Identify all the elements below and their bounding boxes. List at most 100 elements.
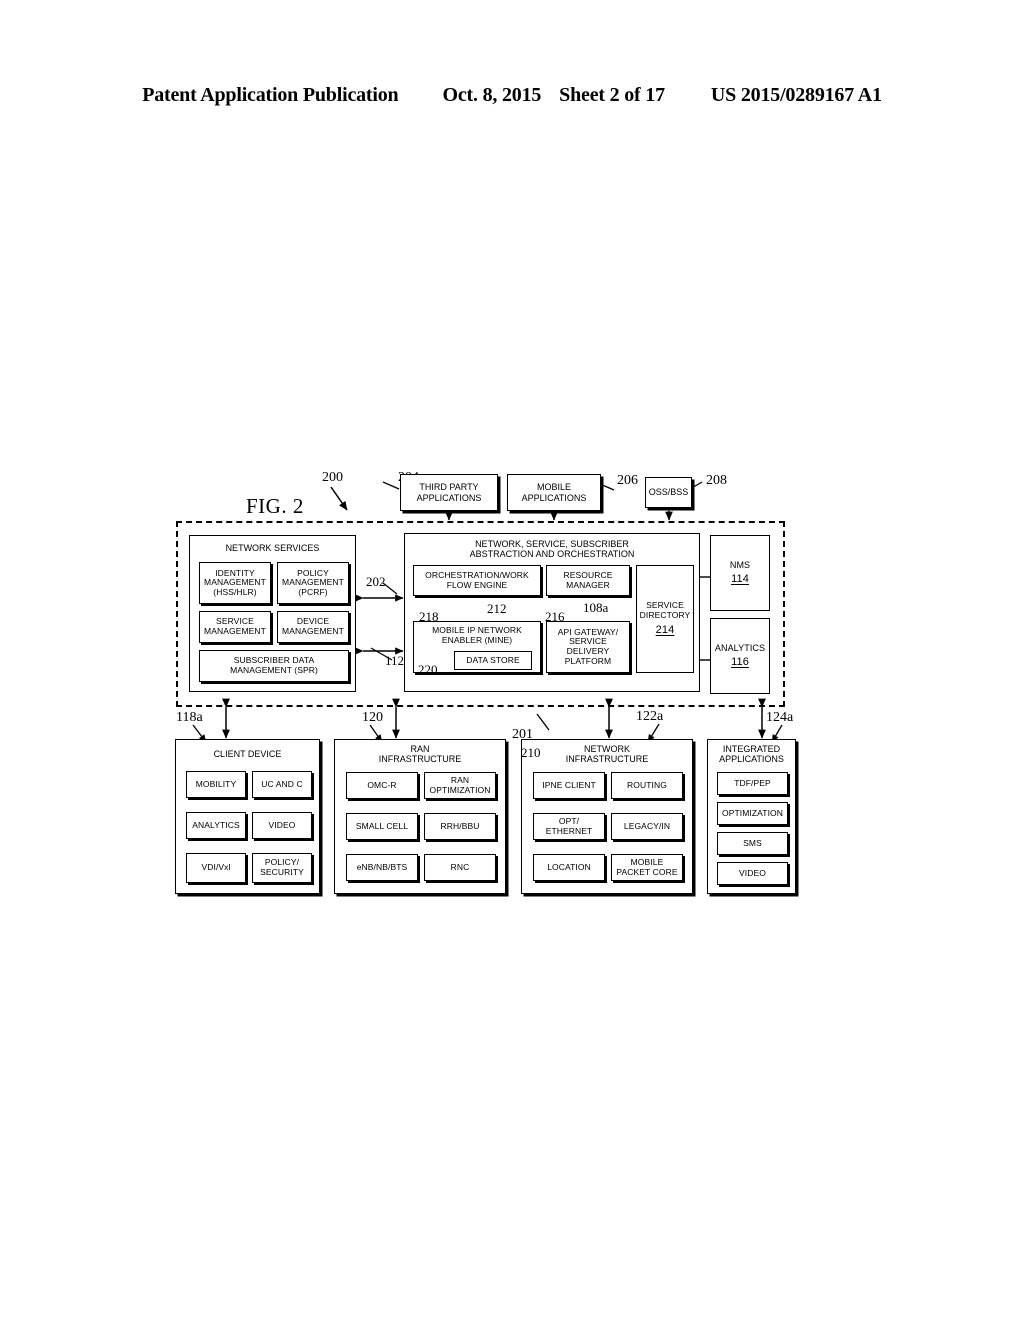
ran-optimization-l2: OPTIMIZATION bbox=[429, 784, 491, 795]
orchestration-title-1: NETWORK, SERVICE, SUBSCRIBER bbox=[475, 539, 629, 549]
network-infrastructure-panel: NETWORK INFRASTRUCTURE IPNE CLIENT ROUTI… bbox=[521, 739, 693, 894]
client-vdi-vxl-box[interactable]: VDI/Vxl bbox=[186, 853, 246, 883]
ran-small-cell-box[interactable]: SMALL CELL bbox=[346, 813, 418, 840]
client-device-title-1: CLIENT DEVICE bbox=[213, 749, 282, 759]
service-management-box[interactable]: SERVICE MANAGEMENT bbox=[199, 611, 271, 643]
ran-optimization-box[interactable]: RAN OPTIMIZATION bbox=[424, 772, 496, 799]
subscriber-data-l2: MANAGEMENT (SPR) bbox=[230, 665, 318, 675]
mine-l2: ENABLER (MINE) bbox=[441, 634, 513, 645]
third-party-applications-label-1: THIRD PARTY bbox=[419, 482, 479, 493]
intapps-title-2: APPLICATIONS bbox=[719, 754, 784, 765]
resource-manager-l2: MANAGER bbox=[566, 579, 610, 590]
sheet-number: Sheet 2 of 17 bbox=[559, 84, 665, 106]
oss-bss-label: OSS/BSS bbox=[648, 487, 689, 498]
policy-management-box[interactable]: POLICY MANAGEMENT (PCRF) bbox=[277, 562, 349, 604]
intapps-sms-label: SMS bbox=[743, 837, 762, 848]
patent-drawing-page: Patent Application Publication Oct. 8, 2… bbox=[0, 0, 1024, 1320]
data-store-label: DATA STORE bbox=[466, 654, 520, 665]
netinfra-opt-ethernet-l2: ETHERNET bbox=[545, 825, 593, 836]
api-gateway-service-delivery-platform-box[interactable]: API GATEWAY/ SERVICE DELIVERY PLATFORM bbox=[546, 621, 630, 673]
nms-label: NMS bbox=[729, 560, 751, 571]
service-directory-l2: DIRECTORY bbox=[639, 609, 691, 620]
ran-omc-r-box[interactable]: OMC-R bbox=[346, 772, 418, 799]
device-management-l2: MANAGEMENT bbox=[282, 626, 344, 636]
oss-bss-box[interactable]: OSS/BSS bbox=[645, 477, 692, 508]
client-analytics-box[interactable]: ANALYTICS bbox=[186, 812, 246, 839]
network-services-panel: NETWORK SERVICES IDENTITY MANAGEMENT (HS… bbox=[189, 535, 356, 692]
nms-box[interactable]: NMS 114 bbox=[710, 535, 770, 611]
nms-numeral: 114 bbox=[731, 573, 749, 586]
ref-218: 218 bbox=[419, 609, 439, 624]
ref-124a: 124a bbox=[766, 710, 794, 725]
ran-omc-r-label: OMC-R bbox=[367, 779, 397, 790]
ref-108a: 108a bbox=[583, 600, 609, 615]
subscriber-data-management-box[interactable]: SUBSCRIBER DATA MANAGEMENT (SPR) bbox=[199, 650, 349, 682]
mobile-applications-box[interactable]: MOBILE APPLICATIONS bbox=[507, 474, 601, 511]
netinfra-ipne-client-label: IPNE CLIENT bbox=[542, 779, 596, 790]
third-party-applications-label-2: APPLICATIONS bbox=[416, 492, 482, 503]
ref-212: 212 bbox=[487, 601, 507, 616]
ref-120: 120 bbox=[362, 710, 383, 725]
intapps-title-1: INTEGRATED bbox=[722, 744, 781, 754]
ref-112: 112 bbox=[385, 653, 405, 668]
netinfra-legacy-in-label: LEGACY/IN bbox=[623, 820, 671, 831]
ref-220: 220 bbox=[418, 662, 438, 677]
netinfra-legacy-in-box[interactable]: LEGACY/IN bbox=[611, 813, 683, 840]
intapps-video-box[interactable]: VIDEO bbox=[717, 862, 788, 885]
identity-management-box[interactable]: IDENTITY MANAGEMENT (HSS/HLR) bbox=[199, 562, 271, 604]
device-management-box[interactable]: DEVICE MANAGEMENT bbox=[277, 611, 349, 643]
ran-rrh-bbu-label: RRH/BBU bbox=[440, 820, 480, 831]
mobile-applications-label-1: MOBILE bbox=[536, 482, 571, 493]
client-video-box[interactable]: VIDEO bbox=[252, 812, 312, 839]
publication-date: Oct. 8, 2015 bbox=[442, 84, 542, 106]
ran-title-1: RAN bbox=[410, 744, 430, 754]
client-analytics-label: ANALYTICS bbox=[192, 819, 240, 830]
ran-enb-nb-bts-box[interactable]: eNB/NB/BTS bbox=[346, 854, 418, 881]
api-gw-l4: PLATFORM bbox=[564, 655, 612, 666]
resource-manager-box[interactable]: RESOURCE MANAGER bbox=[546, 565, 630, 596]
client-mobility-label: MOBILITY bbox=[195, 778, 237, 789]
ref-202: 202 bbox=[366, 574, 386, 589]
client-video-label: VIDEO bbox=[268, 819, 296, 830]
netinfra-location-box[interactable]: LOCATION bbox=[533, 854, 605, 881]
client-vdi-vxl-label: VDI/Vxl bbox=[201, 862, 231, 873]
orchestration-title-2: ABSTRACTION AND ORCHESTRATION bbox=[469, 549, 635, 560]
ref-210: 210 bbox=[521, 745, 541, 760]
intapps-sms-box[interactable]: SMS bbox=[717, 832, 788, 855]
ran-rrh-bbu-box[interactable]: RRH/BBU bbox=[424, 813, 496, 840]
ran-enb-nb-bts-label: eNB/NB/BTS bbox=[356, 861, 408, 872]
intapps-tdf-pep-label: TDF/PEP bbox=[734, 777, 771, 788]
client-mobility-box[interactable]: MOBILITY bbox=[186, 771, 246, 798]
analytics-box[interactable]: ANALYTICS 116 bbox=[710, 618, 770, 694]
ran-infrastructure-panel: RAN INFRASTRUCTURE OMC-R RAN OPTIMIZATIO… bbox=[334, 739, 506, 894]
ref-206: 206 bbox=[617, 473, 638, 488]
orchestration-workflow-engine-box[interactable]: ORCHESTRATION/WORK FLOW ENGINE bbox=[413, 565, 541, 596]
netinfra-routing-box[interactable]: ROUTING bbox=[611, 772, 683, 799]
netinfra-opt-ethernet-box[interactable]: OPT/ ETHERNET bbox=[533, 813, 605, 840]
client-uc-and-c-label: UC AND C bbox=[261, 778, 303, 789]
intapps-optimization-box[interactable]: OPTIMIZATION bbox=[717, 802, 788, 825]
analytics-numeral: 116 bbox=[731, 656, 749, 669]
third-party-applications-box[interactable]: THIRD PARTY APPLICATIONS bbox=[400, 474, 498, 511]
client-uc-and-c-box[interactable]: UC AND C bbox=[252, 771, 312, 798]
service-directory-numeral: 214 bbox=[655, 624, 675, 637]
intapps-tdf-pep-box[interactable]: TDF/PEP bbox=[717, 772, 788, 795]
client-policy-security-box[interactable]: POLICY/ SECURITY bbox=[252, 853, 312, 883]
service-directory-box[interactable]: SERVICE DIRECTORY 214 bbox=[636, 565, 694, 673]
data-store-box[interactable]: DATA STORE bbox=[454, 651, 532, 670]
network-services-title: NETWORK SERVICES bbox=[225, 543, 320, 553]
ran-small-cell-label: SMALL CELL bbox=[355, 820, 409, 831]
ref-122a: 122a bbox=[636, 709, 664, 724]
netinfra-location-label: LOCATION bbox=[547, 861, 591, 872]
integrated-applications-panel: INTEGRATED APPLICATIONS TDF/PEP OPTIMIZA… bbox=[707, 739, 796, 894]
netinfra-mobile-packet-core-box[interactable]: MOBILE PACKET CORE bbox=[611, 854, 683, 881]
ref-118a: 118a bbox=[176, 710, 203, 725]
publication-header: Patent Application Publication Oct. 8, 2… bbox=[0, 84, 1024, 107]
netinfra-ipne-client-box[interactable]: IPNE CLIENT bbox=[533, 772, 605, 799]
service-management-l2: MANAGEMENT bbox=[204, 626, 266, 636]
ran-rnc-box[interactable]: RNC bbox=[424, 854, 496, 881]
netinfra-routing-label: ROUTING bbox=[627, 779, 667, 790]
ref-208: 208 bbox=[706, 473, 727, 488]
netinfra-title-2: INFRASTRUCTURE bbox=[565, 754, 649, 765]
ran-title-2: INFRASTRUCTURE bbox=[378, 754, 462, 765]
